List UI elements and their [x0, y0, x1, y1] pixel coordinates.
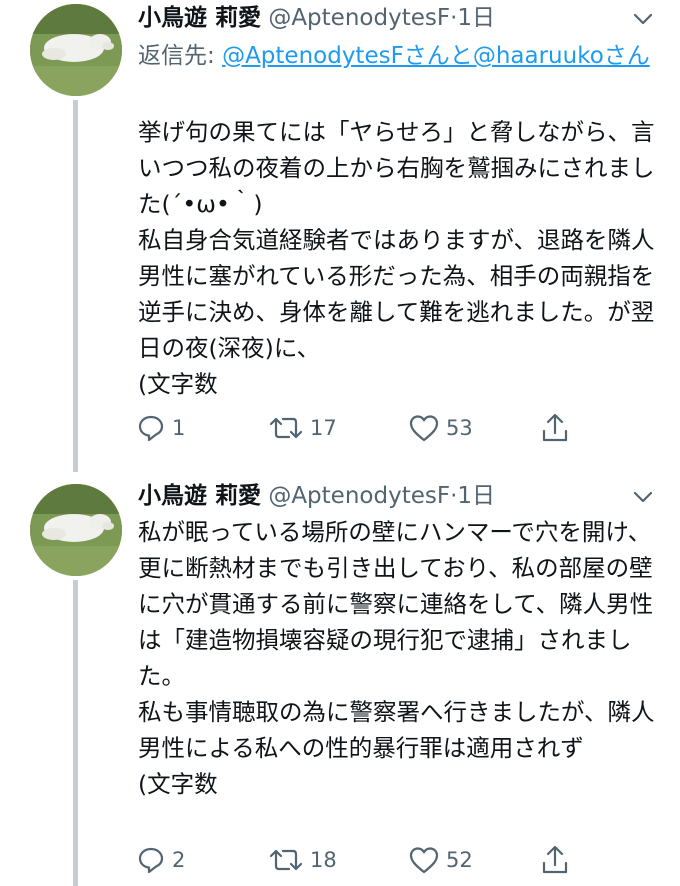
- tweet-header: 小鳥遊 莉愛 @AptenodytesF·1日: [138, 2, 640, 36]
- tweet-paragraph: 私も事情聴取の為に警察署へ行きましたが、隣人男性による私への性的暴行罪は適用され…: [138, 698, 655, 762]
- timestamp[interactable]: 1日: [457, 483, 495, 509]
- reply-button[interactable]: 1: [136, 410, 185, 446]
- author-name[interactable]: 小鳥遊 莉愛: [138, 5, 261, 31]
- timestamp[interactable]: 1日: [457, 5, 495, 31]
- like-count: 53: [446, 416, 473, 440]
- share-button[interactable]: [540, 410, 570, 446]
- reply-button[interactable]: 2: [136, 842, 185, 878]
- tweet-paragraph: (文字数: [138, 770, 218, 798]
- chevron-down-icon[interactable]: [632, 486, 654, 508]
- retweet-button[interactable]: 17: [268, 410, 337, 446]
- like-button[interactable]: 52: [408, 842, 473, 878]
- author-handle[interactable]: @AptenodytesF: [268, 5, 450, 31]
- avatar[interactable]: [30, 4, 122, 96]
- reply-to-user-link[interactable]: @AptenodytesFさんと: [222, 43, 473, 69]
- author-handle[interactable]: @AptenodytesF: [268, 483, 450, 509]
- like-count: 52: [446, 848, 473, 872]
- author-name[interactable]: 小鳥遊 莉愛: [138, 483, 261, 509]
- heart-icon: [408, 413, 440, 443]
- thread-line: [73, 100, 78, 472]
- reply-to: 返信先: @AptenodytesFさんと@haaruukoさん: [138, 38, 658, 74]
- tweet-header: 小鳥遊 莉愛 @AptenodytesF·1日: [138, 480, 640, 514]
- share-icon: [540, 412, 570, 444]
- heart-icon: [408, 845, 440, 875]
- reply-icon: [136, 413, 166, 443]
- action-bar: 1 17 53: [136, 410, 576, 446]
- retweet-count: 17: [310, 416, 337, 440]
- thread-line: [73, 580, 78, 886]
- tweet-paragraph: (文字数: [138, 370, 218, 398]
- chevron-down-icon[interactable]: [632, 8, 654, 30]
- tweet-paragraph: 挙げ句の果てには「ヤらせろ」と脅しながら、言いつつ私の夜着の上から右胸を鷲掴みに…: [138, 118, 655, 218]
- reply-count: 1: [172, 416, 186, 440]
- reply-to-suffix[interactable]: さん: [604, 43, 650, 69]
- tweet-text: 私が眠っている場所の壁にハンマーで穴を開け、更に断熱材までも引き出しており、私の…: [138, 514, 673, 802]
- action-bar: 2 18 52: [136, 842, 576, 878]
- share-button[interactable]: [540, 842, 570, 878]
- reply-icon: [136, 845, 166, 875]
- retweet-icon: [268, 845, 304, 875]
- tweet-paragraph: 私自身合気道経験者ではありますが、退路を隣人男性に塞がれている形だった為、相手の…: [138, 226, 655, 362]
- like-button[interactable]: 53: [408, 410, 473, 446]
- reply-to-user-link[interactable]: @haaruuko: [473, 43, 604, 69]
- avatar[interactable]: [30, 484, 122, 576]
- tweet-paragraph: 私が眠っている場所の壁にハンマーで穴を開け、更に断熱材までも引き出しており、私の…: [138, 518, 654, 690]
- retweet-button[interactable]: 18: [268, 842, 337, 878]
- tweet[interactable]: 小鳥遊 莉愛 @AptenodytesF·1日 私が眠っている場所の壁にハンマー…: [0, 470, 680, 886]
- retweet-count: 18: [310, 848, 337, 872]
- tweet[interactable]: 小鳥遊 莉愛 @AptenodytesF·1日 返信先: @Aptenodyte…: [0, 0, 680, 472]
- retweet-icon: [268, 413, 304, 443]
- reply-count: 2: [172, 848, 186, 872]
- share-icon: [540, 844, 570, 876]
- reply-to-prefix: 返信先:: [138, 43, 223, 69]
- tweet-text: 挙げ句の果てには「ヤらせろ」と脅しながら、言いつつ私の夜着の上から右胸を鷲掴みに…: [138, 114, 673, 402]
